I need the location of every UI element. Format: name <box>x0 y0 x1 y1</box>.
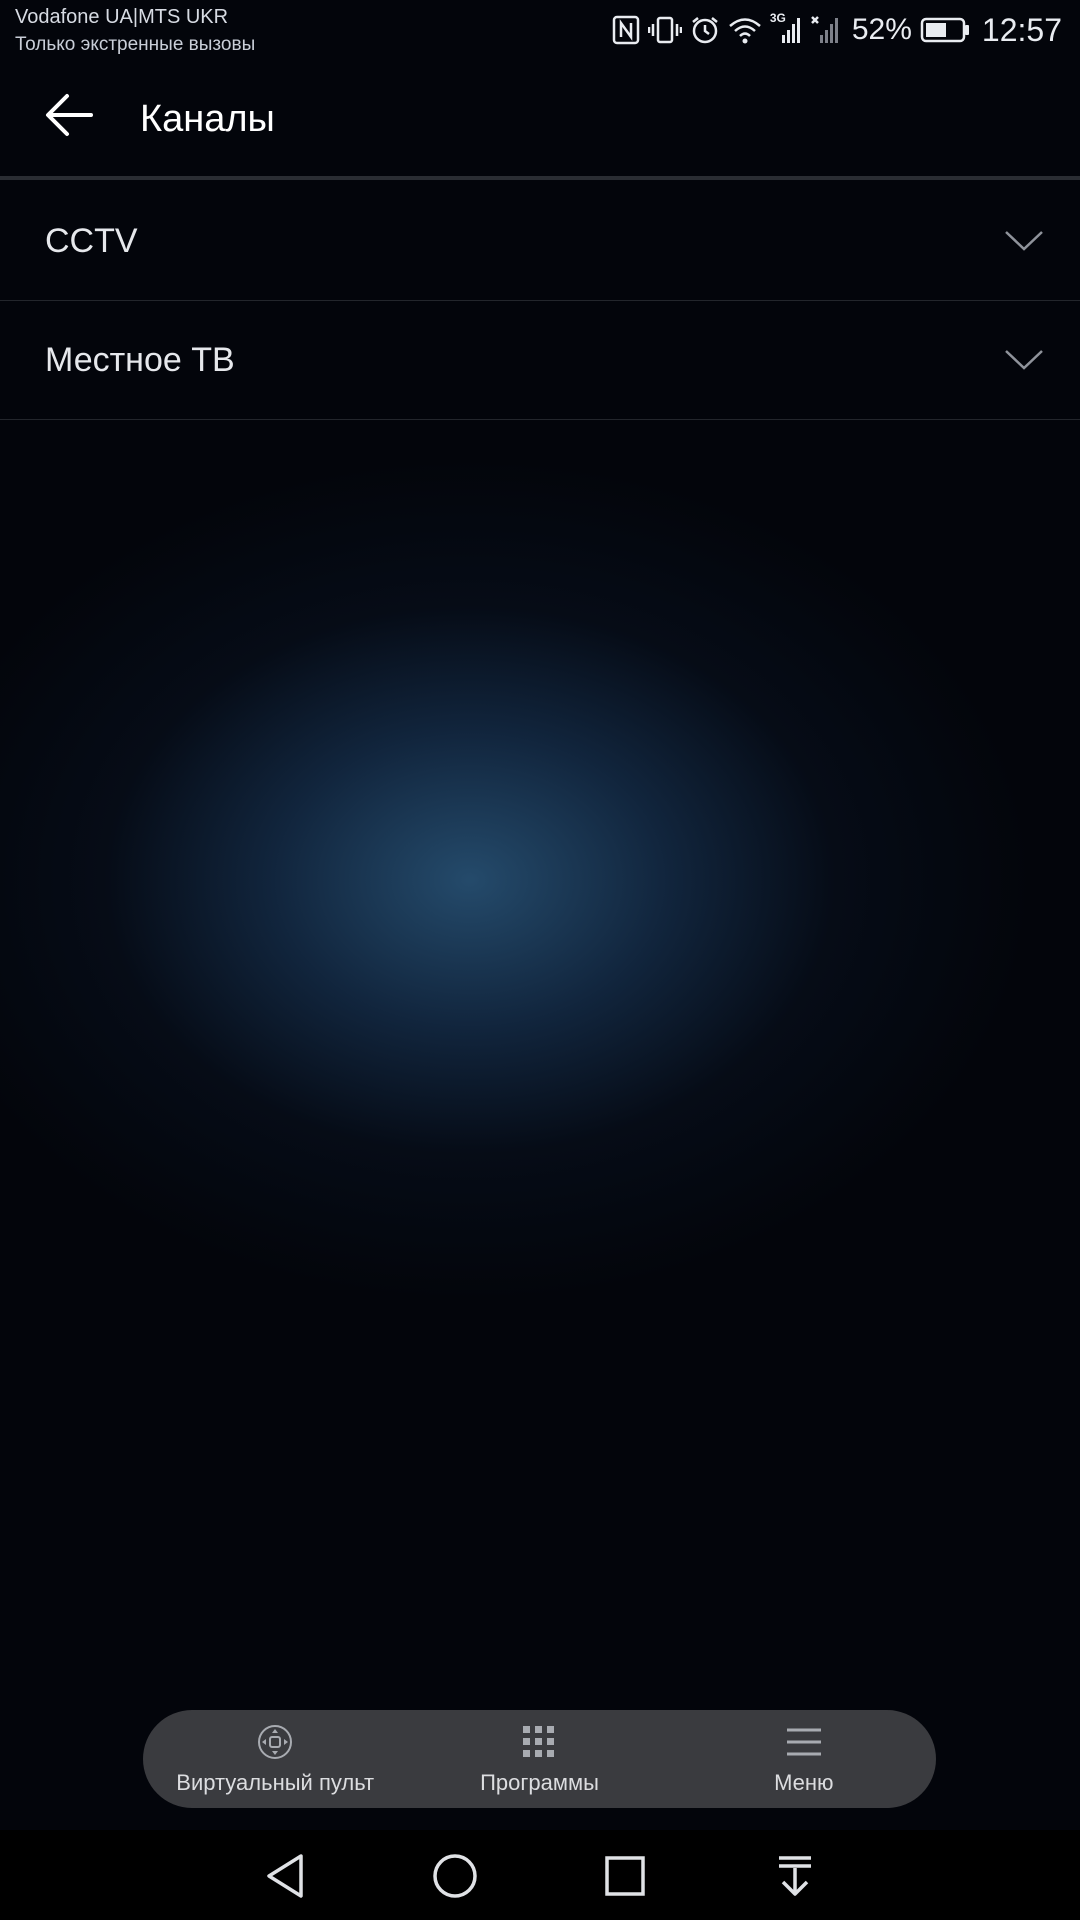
list-item-local-tv[interactable]: Местное ТВ <box>0 301 1080 420</box>
programs-button[interactable]: Программы <box>407 1710 671 1808</box>
nav-recents-button[interactable] <box>595 1848 655 1908</box>
chevron-down-icon <box>1004 348 1044 377</box>
pill-label: Меню <box>774 1770 834 1795</box>
notification-pull-icon <box>775 1854 815 1903</box>
clock: 12:57 <box>981 11 1062 48</box>
alarm-icon <box>690 15 720 45</box>
bottom-action-bar: Виртуальный пульт Программы Меню <box>143 1710 936 1808</box>
remote-dpad-icon <box>257 1724 293 1760</box>
back-button[interactable] <box>32 80 106 154</box>
app-bar: Каналы <box>0 60 1080 176</box>
channel-group-list: CCTV Местное ТВ <box>0 182 1080 420</box>
menu-icon <box>786 1724 822 1760</box>
list-item-cctv[interactable]: CCTV <box>0 182 1080 301</box>
page-title: Каналы <box>140 98 275 140</box>
battery-percent: 52% <box>851 13 912 46</box>
nav-back-button[interactable] <box>255 1848 315 1908</box>
status-icons: 3G 52% 12:57 <box>612 10 1062 50</box>
nav-notification-button[interactable] <box>765 1848 825 1908</box>
apps-grid-icon <box>522 1724 556 1760</box>
status-bar: Vodafone UA|MTS UKR Только экстренные вы… <box>0 0 1080 60</box>
pill-label: Виртуальный пульт <box>176 1770 375 1795</box>
virtual-remote-button[interactable]: Виртуальный пульт <box>143 1710 407 1808</box>
wifi-icon <box>728 15 762 45</box>
vibrate-icon <box>647 15 682 45</box>
system-nav-bar <box>0 1830 1080 1920</box>
signal-icon: 3G <box>770 11 802 45</box>
arrow-left-icon <box>43 92 95 143</box>
back-triangle-icon <box>263 1852 307 1905</box>
list-item-label: CCTV <box>45 222 138 260</box>
nav-home-button[interactable] <box>425 1848 485 1908</box>
signal-no-service-icon <box>810 15 842 45</box>
chevron-down-icon <box>1004 229 1044 258</box>
emergency-calls-text: Только экстренные вызовы <box>15 34 256 55</box>
nfc-icon <box>612 15 640 45</box>
pill-label: Программы <box>480 1770 599 1795</box>
list-item-label: Местное ТВ <box>45 341 235 379</box>
home-circle-icon <box>431 1852 479 1905</box>
recents-square-icon <box>603 1854 647 1903</box>
menu-button[interactable]: Меню <box>672 1710 936 1808</box>
battery-icon <box>920 17 970 43</box>
network-type-label: 3G <box>769 11 786 25</box>
carrier-name: Vodafone UA|MTS UKR <box>15 6 229 28</box>
app-bar-divider <box>0 176 1080 180</box>
